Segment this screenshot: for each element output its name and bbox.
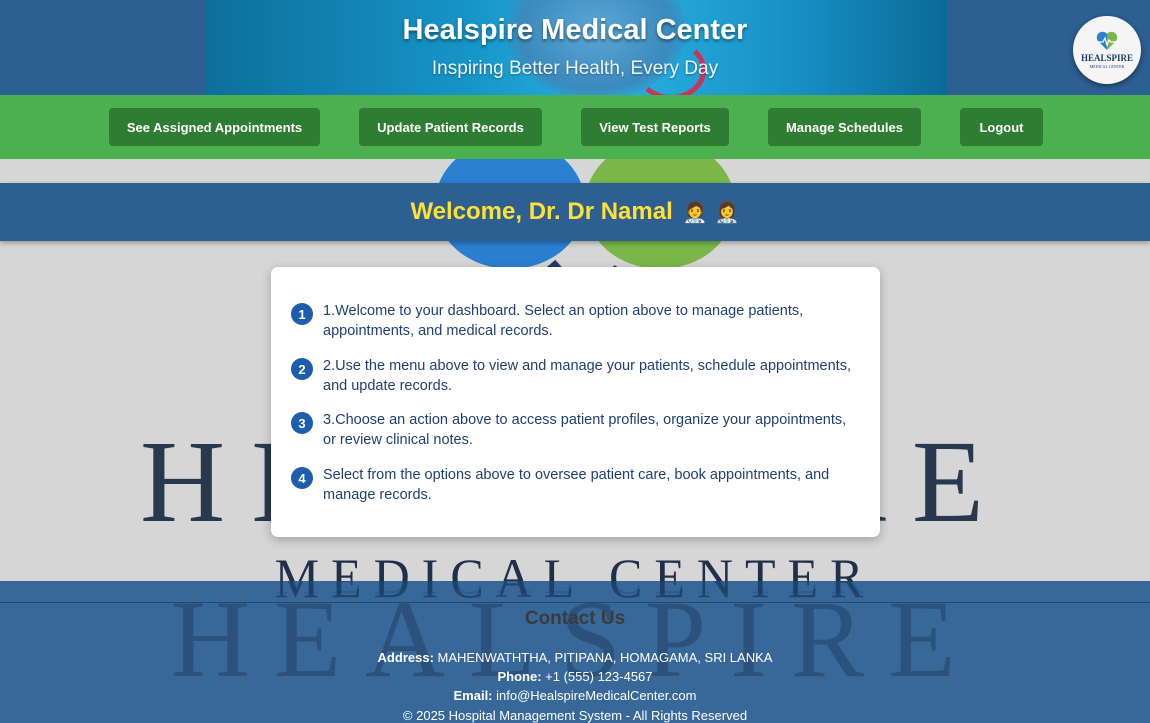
main-nav: See Assigned Appointments Update Patient… [0, 95, 1150, 159]
step-number-badge: 2 [291, 358, 313, 380]
instructions-card: 1 1.Welcome to your dashboard. Select an… [271, 267, 880, 537]
phone-label: Phone: [497, 669, 542, 684]
footer-email: Email: info@HealspireMedicalCenter.com [0, 688, 1150, 703]
step-text: Select from the options above to oversee… [323, 467, 830, 503]
update-patient-records-button[interactable]: Update Patient Records [359, 108, 542, 146]
site-title: Healspire Medical Center [402, 14, 748, 46]
email-link[interactable]: info@HealspireMedicalCenter.com [496, 688, 696, 703]
footer-copyright: © 2025 Hospital Management System - All … [402, 708, 748, 723]
footer-address: Address: MAHENWATHTHA, PITIPANA, HOMAGAM… [0, 650, 1150, 665]
see-assigned-appointments-button[interactable]: See Assigned Appointments [109, 108, 320, 146]
welcome-banner: Welcome, Dr. Dr Namal 🧑‍⚕️ 👩‍⚕️ [0, 183, 1150, 241]
logo-text: HEALSPIRE [1080, 53, 1133, 63]
site-subtitle: Inspiring Better Health, Every Day [431, 58, 719, 79]
doctor-emoji-icons: 🧑‍⚕️ 👩‍⚕️ [682, 200, 740, 224]
contact-us-heading: Contact Us [524, 608, 626, 629]
footer-divider [0, 602, 1150, 603]
address-label: Address: [377, 650, 434, 665]
step-text: 3.Choose an action above to access patie… [323, 412, 847, 448]
welcome-text: Welcome, Dr. Dr Namal [410, 198, 673, 225]
manage-schedules-button[interactable]: Manage Schedules [768, 108, 921, 146]
step-text: 1.Welcome to your dashboard. Select an o… [323, 303, 804, 339]
phone-value: +1 (555) 123-4567 [545, 669, 653, 684]
footer-phone: Phone: +1 (555) 123-4567 [0, 669, 1150, 684]
logo-subtext: MEDICAL CENTER [1089, 64, 1125, 69]
footer-watermark-brand: HEALSPIRE [170, 581, 980, 700]
site-header: Healspire Medical Center Inspiring Bette… [0, 0, 1150, 95]
step-number-badge: 1 [291, 303, 313, 325]
step-number-badge: 3 [291, 412, 313, 434]
view-test-reports-button[interactable]: View Test Reports [581, 108, 729, 146]
address-value: MAHENWATHTHA, PITIPANA, HOMAGAMA, SRI LA… [437, 650, 773, 665]
site-footer: MEDICAL CENTER HEALSPIRE Contact Us Addr… [0, 581, 1150, 723]
step-number-badge: 4 [291, 467, 313, 489]
heart-logo-icon [1096, 31, 1118, 50]
healspire-logo[interactable]: HEALSPIRE MEDICAL CENTER [1073, 16, 1141, 84]
logout-button[interactable]: Logout [960, 108, 1043, 146]
step-text: 2.Use the menu above to view and manage … [323, 358, 851, 394]
email-label: Email: [453, 688, 493, 703]
